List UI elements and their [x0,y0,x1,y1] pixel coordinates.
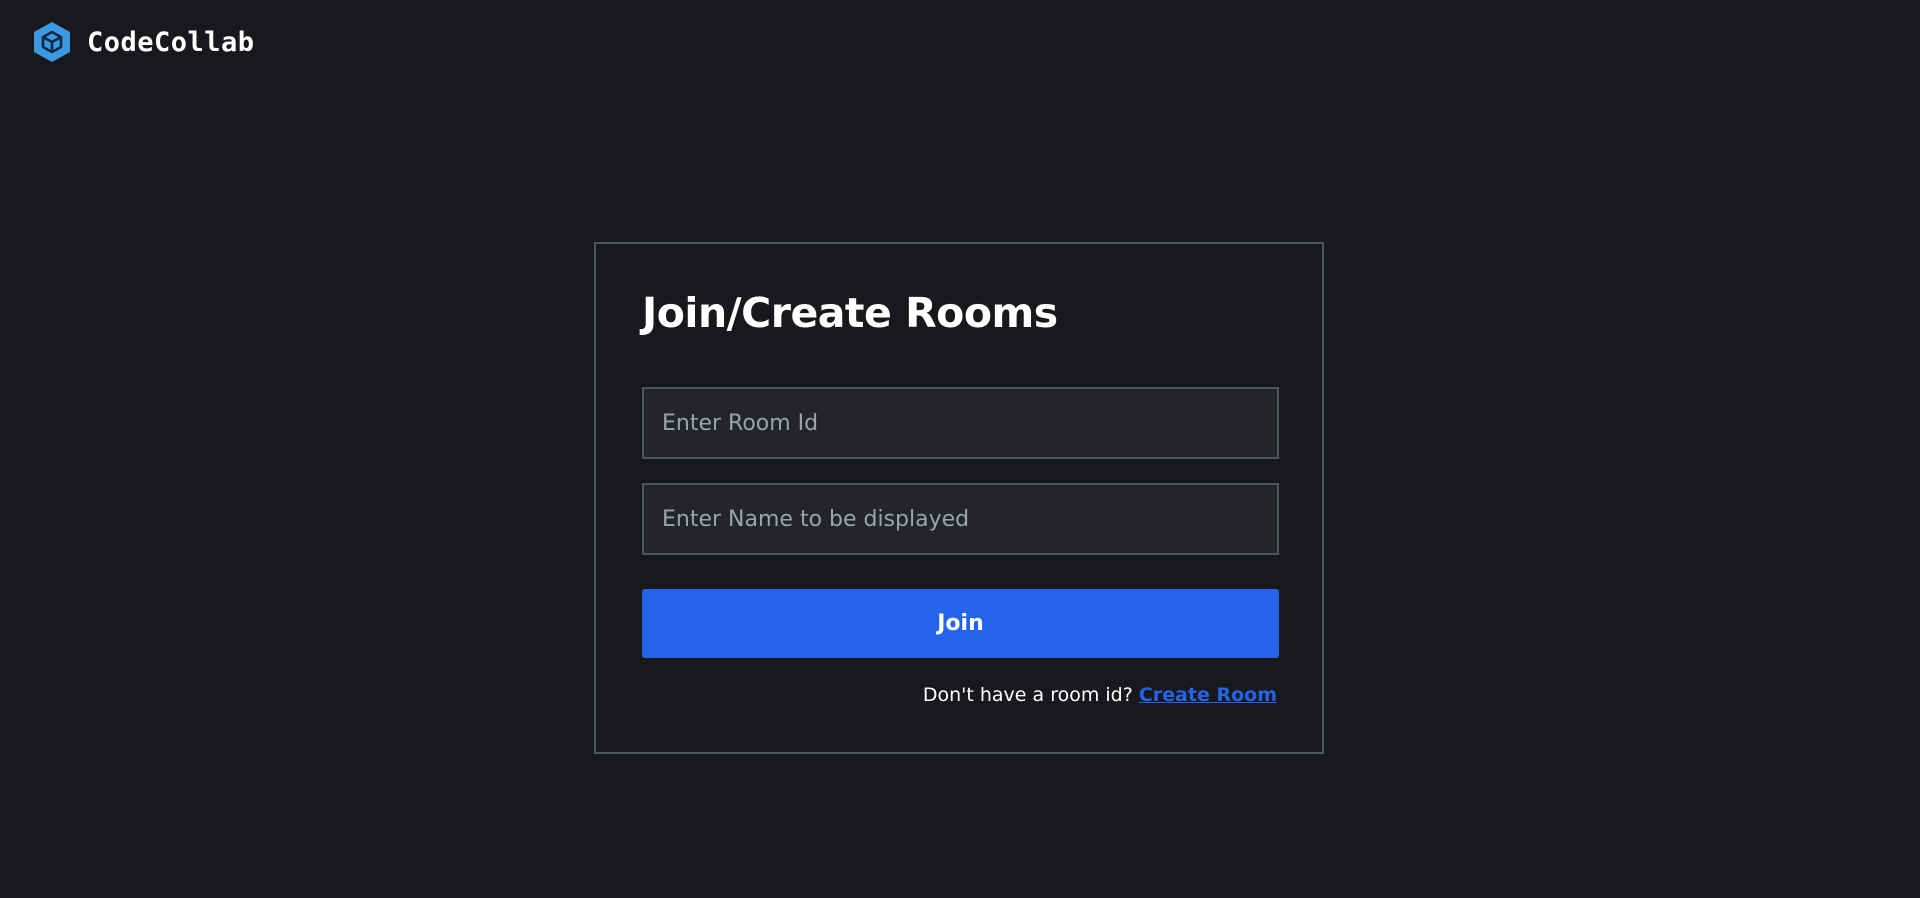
brand-name: CodeCollab [87,26,255,58]
create-room-prompt: Don't have a room id? Create Room [923,684,1277,706]
page-title: Join/Create Rooms [642,289,1058,337]
room-id-input[interactable] [642,387,1279,459]
app-header: CodeCollab [33,21,255,63]
display-name-input[interactable] [642,483,1279,555]
no-room-id-text: Don't have a room id? [922,684,1133,706]
create-room-link[interactable]: Create Room [1139,684,1277,706]
cube-hexagon-icon [34,22,70,62]
join-room-card: Join/Create Rooms Join Don't have a room… [594,242,1324,754]
join-button[interactable]: Join [642,589,1279,658]
